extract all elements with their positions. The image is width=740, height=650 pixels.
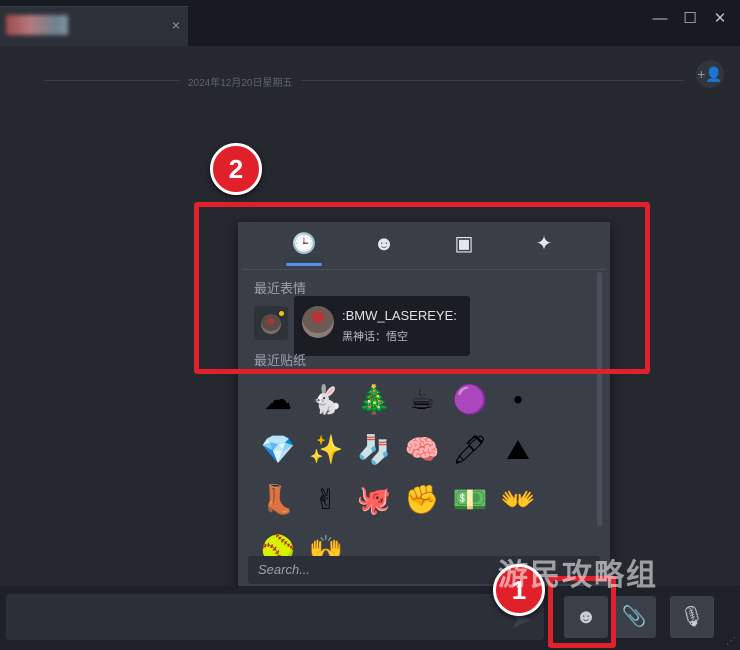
resize-grip-icon[interactable]: ⋰ [726, 636, 736, 647]
sticker-item[interactable]: 🐇 [306, 380, 346, 420]
sticker-item[interactable]: 🟣 [450, 380, 490, 420]
sticker-item[interactable]: ✊ [402, 480, 442, 520]
highlight-box-2 [194, 202, 650, 374]
sticker-item[interactable]: ☁ [258, 380, 298, 420]
maximize-icon[interactable]: ☐ [678, 8, 702, 30]
date-divider-line [44, 80, 684, 81]
tab-close-icon[interactable]: × [172, 17, 180, 33]
blurred-friend-avatar [6, 15, 68, 35]
sticker-item[interactable]: 🧦 [354, 430, 394, 470]
voice-chat-icon[interactable]: 🎙 [670, 596, 714, 638]
sticker-item[interactable]: ✌ [306, 480, 346, 520]
chat-tab[interactable]: × [0, 6, 188, 46]
sticker-item[interactable]: 🐙 [354, 480, 394, 520]
minimize-icon[interactable]: — [648, 8, 672, 30]
watermark: 游民攻略组 [498, 559, 658, 592]
close-icon[interactable]: ✕ [708, 8, 732, 30]
add-friend-icon[interactable]: +👤 [696, 60, 724, 88]
sticker-item[interactable]: 🧠 [402, 430, 442, 470]
sticker-item[interactable]: ⛰ [498, 430, 538, 470]
sticker-item[interactable]: 🖊 [450, 430, 490, 470]
title-bar: × — ☐ ✕ [0, 0, 740, 46]
sticker-item[interactable]: 🎄 [354, 380, 394, 420]
sticker-item[interactable]: • [498, 380, 538, 420]
date-divider: 2024年12月20日星期五 [180, 74, 301, 89]
attach-paperclip-icon[interactable]: 📎 [612, 596, 656, 638]
sticker-item[interactable]: 👢 [258, 480, 298, 520]
sticker-item[interactable]: 👐 [498, 480, 538, 520]
sticker-item[interactable]: 💎 [258, 430, 298, 470]
step-badge-2: 2 [210, 143, 262, 195]
sticker-item[interactable]: 💵 [450, 480, 490, 520]
message-bar: ➤ ☻ 📎 🎙 ⋰ [0, 586, 740, 650]
message-input[interactable] [6, 594, 544, 640]
chat-window: × — ☐ ✕ 2024年12月20日星期五 +👤 🕒 ☻ ▣ ✦ 最近表情 :… [0, 0, 740, 650]
sticker-item[interactable]: ☕ [402, 380, 442, 420]
sticker-item[interactable]: ✨ [306, 430, 346, 470]
